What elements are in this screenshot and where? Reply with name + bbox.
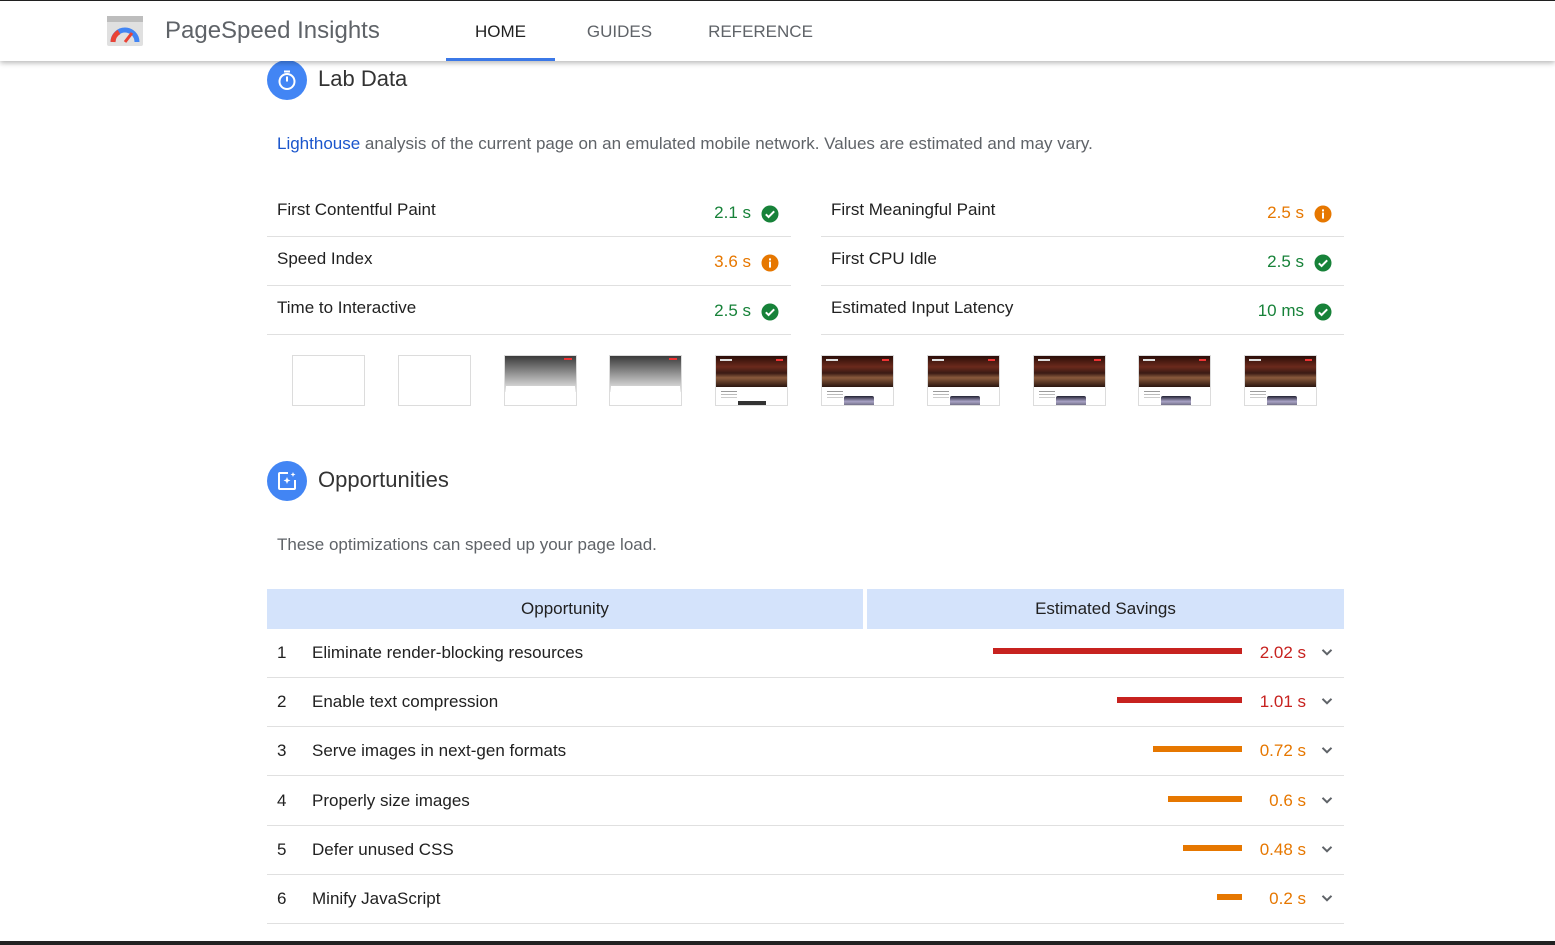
opportunity-label: Serve images in next-gen formats bbox=[312, 741, 567, 761]
filmstrip-frame bbox=[821, 355, 894, 406]
savings-value: 0.48 s bbox=[1259, 839, 1306, 859]
filmstrip-frame bbox=[715, 355, 789, 406]
metric-value: 2.5 s bbox=[1267, 252, 1304, 271]
opportunities-description: These optimizations can speed up your pa… bbox=[277, 535, 657, 554]
metric-first-contentful-paint: First Contentful Paint 2.1 s bbox=[267, 187, 791, 237]
filmstrip-frame bbox=[609, 355, 683, 406]
opportunity-number: 1 bbox=[277, 643, 287, 662]
metric-speed-index: Speed Index 3.6 s bbox=[267, 236, 791, 286]
metric-first-cpu-idle: First CPU Idle 2.5 s bbox=[821, 236, 1344, 286]
opportunity-row-minify-javascript[interactable]: 6 Minify JavaScript 0.2 s bbox=[267, 875, 1344, 924]
opportunity-label: Properly size images bbox=[312, 790, 470, 810]
window-bottom-border bbox=[0, 941, 1555, 945]
column-header-opportunity: Opportunity bbox=[267, 589, 863, 629]
chevron-down-icon[interactable] bbox=[1320, 891, 1334, 905]
chevron-down-icon[interactable] bbox=[1320, 842, 1334, 856]
filmstrip-frame bbox=[292, 355, 365, 406]
lab-data-title: Lab Data bbox=[318, 66, 408, 91]
opportunities-title: Opportunities bbox=[318, 467, 449, 492]
metric-label: Time to Interactive bbox=[277, 298, 417, 317]
filmstrip-frame bbox=[1244, 355, 1318, 406]
opportunity-number: 3 bbox=[277, 741, 287, 761]
metric-value: 10 ms bbox=[1257, 301, 1304, 320]
chevron-down-icon[interactable] bbox=[1320, 793, 1334, 807]
pagespeed-logo-icon[interactable] bbox=[106, 15, 144, 47]
opportunity-label: Eliminate render-blocking resources bbox=[312, 643, 584, 662]
metric-value: 3.6 s bbox=[714, 252, 751, 271]
column-header-estimated-savings: Estimated Savings bbox=[867, 589, 1344, 629]
filmstrip-frame bbox=[503, 355, 577, 406]
savings-bar bbox=[1217, 894, 1242, 900]
lab-data-description-text: analysis of the current page on an emula… bbox=[360, 134, 1093, 153]
metric-value: 2.5 s bbox=[1267, 203, 1304, 222]
pass-check-icon bbox=[761, 205, 779, 223]
metric-label: Estimated Input Latency bbox=[831, 298, 1014, 317]
filmstrip-frame bbox=[1138, 355, 1212, 406]
tab-reference[interactable]: REFERENCE bbox=[694, 1, 827, 61]
average-info-icon bbox=[761, 254, 779, 272]
lighthouse-link[interactable]: Lighthouse bbox=[277, 134, 360, 153]
savings-value: 2.02 s bbox=[1259, 643, 1306, 662]
metric-label: First CPU Idle bbox=[831, 249, 937, 268]
savings-value: 0.6 s bbox=[1269, 790, 1306, 810]
metric-value: 2.5 s bbox=[714, 301, 751, 320]
savings-bar bbox=[1117, 697, 1242, 704]
savings-bar bbox=[1153, 746, 1242, 753]
stopwatch-icon bbox=[267, 60, 307, 100]
pass-check-icon bbox=[761, 303, 779, 321]
metric-label: First Meaningful Paint bbox=[831, 200, 996, 219]
filmstrip-frame bbox=[1032, 355, 1106, 406]
savings-bar bbox=[1183, 844, 1242, 851]
opportunity-number: 4 bbox=[277, 790, 287, 810]
opportunity-row-defer-unused-css[interactable]: 5 Defer unused CSS 0.48 s bbox=[267, 826, 1344, 875]
savings-value: 1.01 s bbox=[1259, 692, 1306, 712]
opportunity-row-properly-size-images[interactable]: 4 Properly size images 0.6 s bbox=[267, 777, 1344, 826]
opportunity-label: Enable text compression bbox=[312, 692, 499, 712]
chevron-down-icon[interactable] bbox=[1320, 743, 1334, 757]
opportunity-number: 2 bbox=[277, 692, 287, 712]
top-app-bar: PageSpeed Insights HOME GUIDES REFERENCE bbox=[0, 1, 1555, 61]
metric-label: Speed Index bbox=[277, 249, 373, 268]
tab-guides[interactable]: GUIDES bbox=[572, 1, 667, 61]
metric-value: 2.1 s bbox=[714, 203, 751, 222]
opportunity-row-enable-text-compression[interactable]: 2 Enable text compression 1.01 s bbox=[267, 678, 1344, 728]
opportunity-row-serve-images-in-next-gen-formats[interactable]: 3 Serve images in next-gen formats 0.72 s bbox=[267, 727, 1344, 777]
chevron-down-icon[interactable] bbox=[1320, 694, 1334, 708]
app-title[interactable]: PageSpeed Insights bbox=[165, 17, 380, 45]
metric-estimated-input-latency: Estimated Input Latency 10 ms bbox=[821, 285, 1344, 335]
savings-value: 0.2 s bbox=[1269, 889, 1306, 908]
metric-label: First Contentful Paint bbox=[277, 200, 436, 219]
tab-home[interactable]: HOME bbox=[446, 1, 555, 61]
savings-bar bbox=[1168, 795, 1242, 802]
metric-first-meaningful-paint: First Meaningful Paint 2.5 s bbox=[821, 187, 1344, 237]
opportunity-row-eliminate-render-blocking-resources[interactable]: 1 Eliminate render-blocking resources 2.02… bbox=[267, 629, 1344, 678]
savings-bar bbox=[993, 648, 1242, 654]
chevron-down-icon[interactable] bbox=[1320, 645, 1334, 659]
savings-value: 0.72 s bbox=[1259, 741, 1306, 761]
filmstrip-frame bbox=[926, 355, 1000, 406]
lab-data-description: Lighthouse analysis of the current page … bbox=[277, 134, 1093, 154]
average-info-icon bbox=[1314, 205, 1332, 223]
pass-check-icon bbox=[1314, 254, 1332, 272]
pass-check-icon bbox=[1314, 303, 1332, 321]
opportunity-label: Defer unused CSS bbox=[312, 839, 454, 859]
metric-time-to-interactive: Time to Interactive 2.5 s bbox=[267, 285, 791, 335]
opportunity-number: 6 bbox=[277, 889, 287, 908]
opportunity-number: 5 bbox=[277, 839, 287, 859]
opportunity-icon bbox=[267, 461, 307, 501]
filmstrip-frame bbox=[397, 355, 471, 406]
opportunity-label: Minify JavaScript bbox=[312, 889, 441, 908]
